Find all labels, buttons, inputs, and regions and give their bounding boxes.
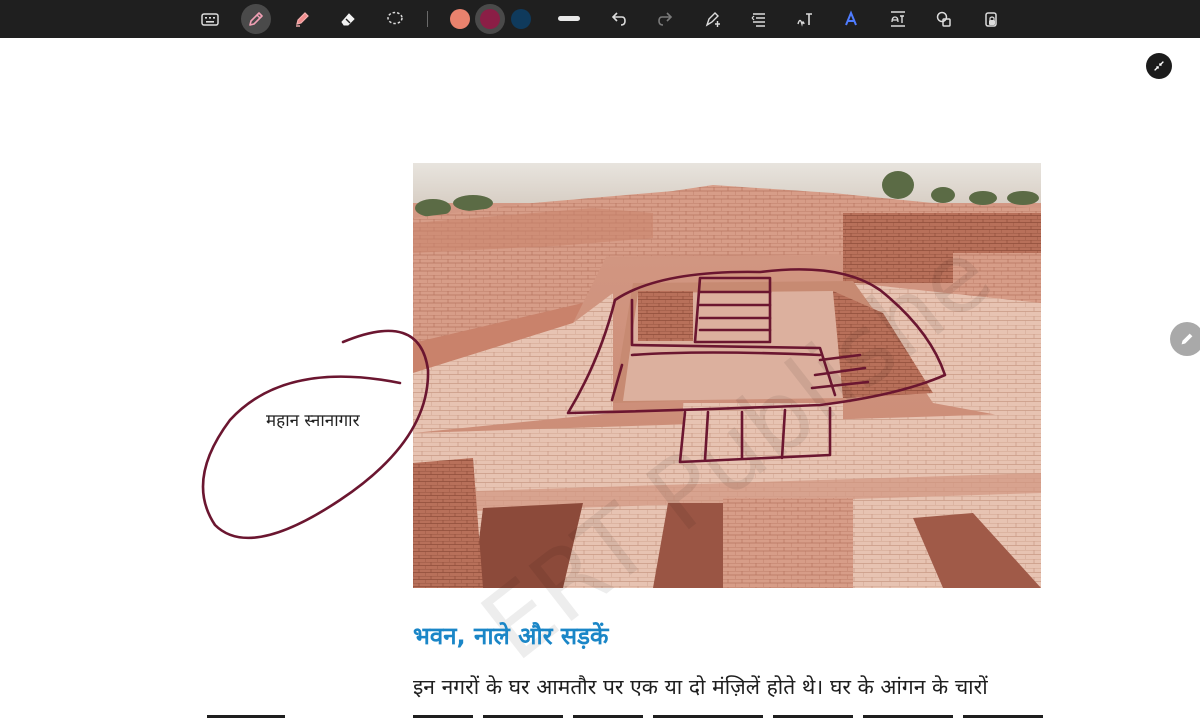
undo-icon[interactable] [603, 4, 633, 34]
highlighter-icon[interactable] [287, 4, 317, 34]
keyboard-icon[interactable] [195, 4, 225, 34]
body-paragraph-line: इन नगरों के घर आमतौर पर एक या दो मंज़िले… [413, 675, 988, 699]
annotation-toolbar [0, 0, 1200, 38]
text-align-icon[interactable] [744, 4, 774, 34]
section-heading: भवन, नाले और सड़कें [413, 622, 609, 650]
stroke-width-button[interactable] [558, 16, 580, 21]
lasso-select-icon[interactable] [380, 4, 410, 34]
text-box-icon[interactable] [698, 4, 728, 34]
color-swatch-navy[interactable] [511, 9, 531, 29]
toolbar-separator [427, 11, 428, 27]
pen-icon[interactable] [241, 4, 271, 34]
color-swatch-maroon[interactable] [480, 9, 500, 29]
redo-icon[interactable] [651, 4, 681, 34]
color-swatch-coral[interactable] [450, 9, 470, 29]
margin-text-fragment [207, 708, 287, 720]
photo-caption: महान स्नानागार [266, 411, 360, 431]
collapse-icon[interactable] [1146, 53, 1172, 79]
font-style-icon[interactable] [836, 4, 866, 34]
great-bath-photo [413, 163, 1041, 588]
text-replace-icon[interactable] [883, 4, 913, 34]
handwriting-text-icon[interactable] [790, 4, 820, 34]
shapes-icon[interactable] [929, 4, 959, 34]
body-paragraph-cutoff-line [413, 708, 1053, 720]
lock-icon[interactable] [976, 4, 1006, 34]
ink-circle-around-caption [201, 329, 430, 540]
eraser-icon[interactable] [333, 4, 363, 34]
edit-pencil-icon[interactable] [1170, 322, 1200, 356]
